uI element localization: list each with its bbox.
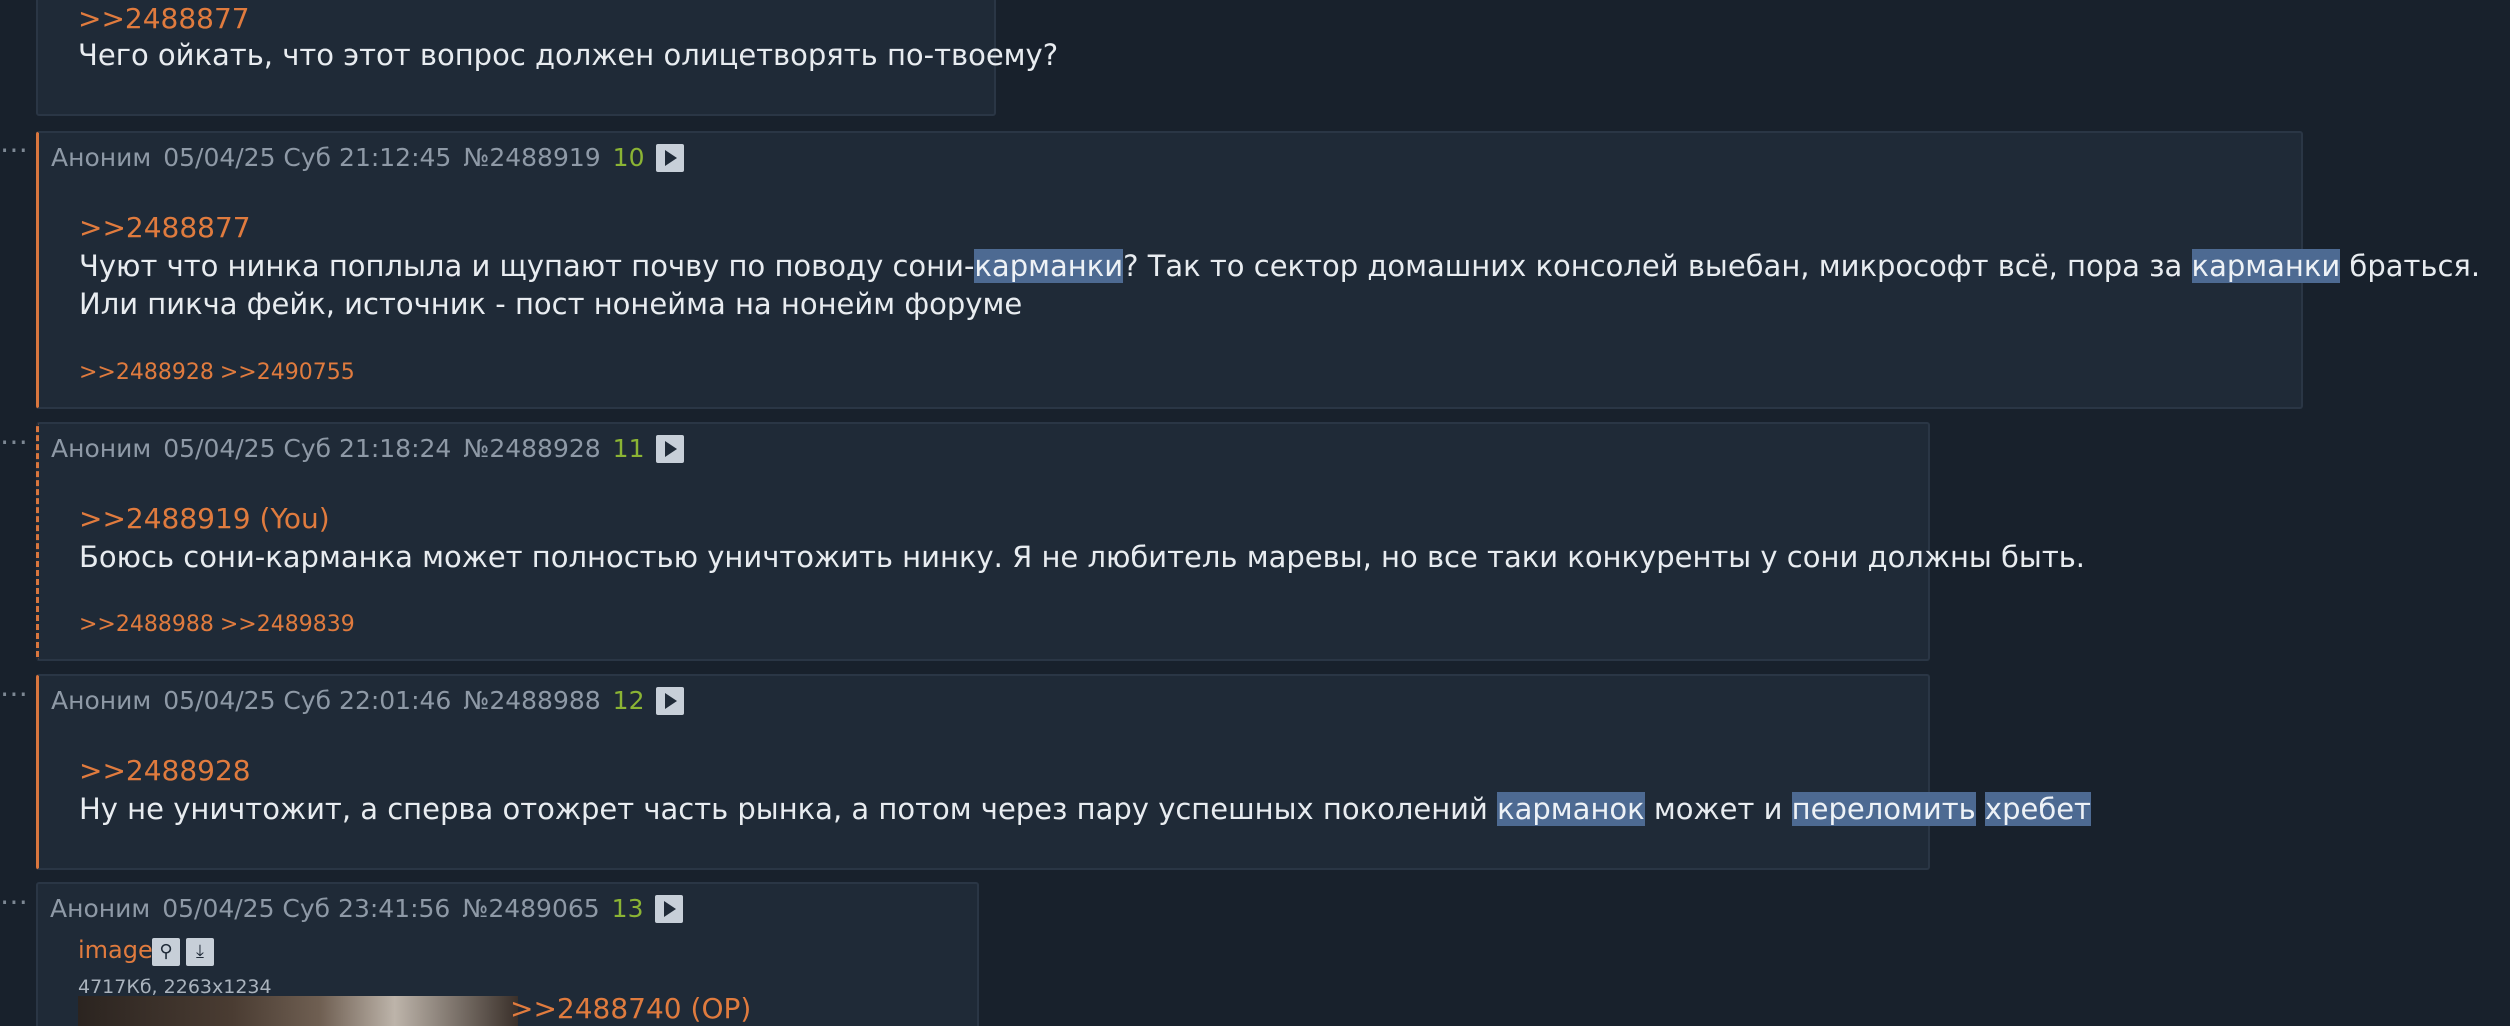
post: Аноним 05/04/25 Суб 21:12:45 №2488919 10… xyxy=(36,131,2480,409)
post-text-line: Боюсь сони-карманка может полностью унич… xyxy=(79,540,2086,574)
replies: >>2488928 >>2490755 xyxy=(79,360,355,385)
post-text: Чего ойкать, что этот вопрос должен олиц… xyxy=(78,38,1059,72)
highlighted-text: хребет xyxy=(1984,792,2091,826)
post-header: Аноним 05/04/25 Суб 21:12:45 №2488919 10 xyxy=(51,143,685,172)
post-id[interactable]: №2488928 xyxy=(463,434,600,463)
post-id[interactable]: №2488919 xyxy=(463,143,600,172)
post-text-line: Ну не уничтожит, а сперва отожрет часть … xyxy=(79,792,2091,826)
post-datetime: 05/04/25 Суб 22:01:46 xyxy=(163,686,452,715)
play-icon[interactable] xyxy=(656,686,685,715)
post-datetime: 05/04/25 Суб 21:12:45 xyxy=(163,143,452,172)
quote-link[interactable]: >>2488928 xyxy=(79,754,251,787)
post-author: Аноним xyxy=(51,143,152,172)
post-author: Аноним xyxy=(51,434,152,463)
quote-link[interactable]: >>2488877 xyxy=(79,211,251,244)
download-icon[interactable]: ⤓ xyxy=(186,938,214,966)
text-span: может и xyxy=(1644,792,1792,826)
post: >>2488877 Чего ойкать, что этот вопрос д… xyxy=(36,0,1058,116)
post-header: Аноним 05/04/25 Суб 23:41:56 №2489065 13 xyxy=(50,894,684,923)
post-id[interactable]: №2489065 xyxy=(462,894,599,923)
highlighted-text: переломить xyxy=(1791,792,1976,826)
magnifier-icon[interactable]: ⚲ xyxy=(152,938,180,966)
post-index: 10 xyxy=(612,143,645,172)
ellipsis-icon[interactable]: ⋯ xyxy=(0,428,30,456)
play-icon[interactable] xyxy=(655,894,684,923)
reply-link[interactable]: >>2489839 xyxy=(220,612,355,637)
post-datetime: 05/04/25 Суб 21:18:24 xyxy=(163,434,452,463)
file-meta: 4717Кб, 2263x1234 xyxy=(78,976,272,998)
quote-link[interactable]: >>2488919 (You) xyxy=(79,502,330,535)
post-text-line: Чуют что нинка поплыла и щупают почву по… xyxy=(79,249,2480,283)
post-index: 11 xyxy=(612,434,645,463)
ellipsis-icon[interactable]: ⋯ xyxy=(0,888,30,916)
post: Аноним 05/04/25 Суб 23:41:56 №2489065 13… xyxy=(36,882,979,1026)
quote-link[interactable]: >>2488740 (OP) xyxy=(510,992,751,1025)
text-span: Ну не уничтожит, а сперва отожрет часть … xyxy=(79,792,1498,826)
ellipsis-icon[interactable]: ⋯ xyxy=(0,680,30,708)
text-span: ? Так то сектор домашних консолей выебан… xyxy=(1123,249,2192,283)
post-datetime: 05/04/25 Суб 23:41:56 xyxy=(162,894,451,923)
reply-link[interactable]: >>2490755 xyxy=(220,360,355,385)
ellipsis-icon[interactable]: ⋯ xyxy=(0,136,30,164)
reply-link[interactable]: >>2488988 xyxy=(79,612,214,637)
post-author: Аноним xyxy=(51,686,152,715)
play-icon[interactable] xyxy=(656,434,685,463)
highlighted-text: карманки xyxy=(974,249,1124,283)
file-name-link[interactable]: image xyxy=(78,936,153,964)
reply-link[interactable]: >>2488928 xyxy=(79,360,214,385)
highlighted-text: карманок xyxy=(1497,792,1645,826)
replies: >>2488988 >>2489839 xyxy=(79,612,355,637)
text-span: Чуют что нинка поплыла и щупают почву по… xyxy=(79,249,975,283)
post: Аноним 05/04/25 Суб 22:01:46 №2488988 12… xyxy=(36,674,2091,870)
post-header: Аноним 05/04/25 Суб 22:01:46 №2488988 12 xyxy=(51,686,685,715)
post-id[interactable]: №2488988 xyxy=(463,686,600,715)
play-icon[interactable] xyxy=(656,143,685,172)
text-span xyxy=(1976,792,1985,826)
thread: >>2488877 Чего ойкать, что этот вопрос д… xyxy=(0,0,2510,1026)
post: Аноним 05/04/25 Суб 21:18:24 №2488928 11… xyxy=(36,422,2085,661)
highlighted-text: карманки xyxy=(2191,249,2341,283)
image-thumbnail[interactable] xyxy=(78,996,518,1026)
post-author: Аноним xyxy=(50,894,151,923)
post-index: 13 xyxy=(611,894,644,923)
text-span: браться. xyxy=(2340,249,2481,283)
post-index: 12 xyxy=(612,686,645,715)
post-header: Аноним 05/04/25 Суб 21:18:24 №2488928 11 xyxy=(51,434,685,463)
post-text-line: Или пикча фейк, источник - пост нонейма … xyxy=(79,287,1023,321)
quote-link[interactable]: >>2488877 xyxy=(78,2,250,35)
